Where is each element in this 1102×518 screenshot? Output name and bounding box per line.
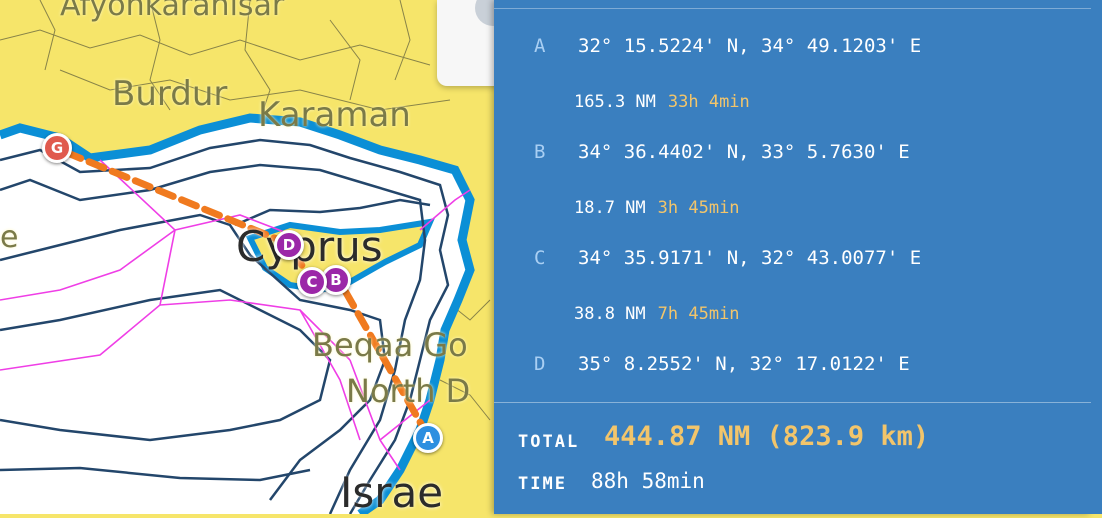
place-label-burdur: Burdur [112, 74, 228, 114]
total-time-value: 88h 58min [591, 469, 705, 493]
panel-top-divider [494, 8, 1091, 9]
summary-divider [494, 402, 1091, 403]
place-label-afyonkarahisar: Afyonkarahisar [60, 0, 285, 23]
waypoint-letter: A [534, 35, 546, 57]
waypoint-coords: 34° 36.4402' N, 33° 5.7630' E [578, 141, 910, 163]
route-marker-g[interactable]: G [42, 133, 72, 163]
waypoint-row-a[interactable]: A 32° 15.5224' N, 34° 49.1203' E [534, 35, 921, 57]
waypoint-row-c[interactable]: C 34° 35.9171' N, 32° 43.0077' E [534, 247, 921, 269]
waypoint-letter: B [534, 141, 546, 163]
waypoint-letter: C [534, 247, 546, 269]
leg-distance: 18.7 NM [574, 198, 646, 218]
waypoint-coords: 35° 8.2552' N, 32° 17.0122' E [578, 353, 910, 375]
total-label: TOTAL [518, 432, 580, 452]
place-label-israel: Israe [340, 468, 444, 517]
sea-area [0, 118, 470, 514]
waypoint-letter: D [534, 353, 546, 375]
route-marker-c[interactable]: C [297, 267, 327, 297]
place-label-karaman: Karaman [258, 95, 411, 135]
leg-time: 33h 4min [667, 92, 750, 112]
route-panel: A 32° 15.5224' N, 34° 49.1203' E 165.3 NM… [494, 0, 1099, 514]
place-label-edge: e [0, 220, 19, 255]
leg-time: 3h 45min [657, 198, 740, 218]
leg-row-c-d: 38.8 NM 7h 45min [574, 304, 740, 324]
route-marker-a[interactable]: A [413, 423, 443, 453]
waypoint-coords: 34° 35.9171' N, 32° 43.0077' E [578, 247, 922, 269]
place-label-cyprus: Cyprus [236, 222, 383, 271]
leg-row-b-c: 18.7 NM 3h 45min [574, 198, 740, 218]
leg-time: 7h 45min [657, 304, 740, 324]
time-label: TIME [518, 474, 567, 494]
panel-scroll-track [1091, 0, 1102, 514]
leg-row-a-b: 165.3 NM 33h 4min [574, 92, 750, 112]
leg-distance: 165.3 NM [574, 92, 656, 112]
place-label-beqaa: Beqaa Go [312, 326, 468, 364]
waypoint-row-b[interactable]: B 34° 36.4402' N, 33° 5.7630' E [534, 141, 910, 163]
total-distance-value: 444.87 NM (823.9 km) [604, 421, 930, 452]
waypoint-coords: 32° 15.5224' N, 34° 49.1203' E [578, 35, 922, 57]
waypoint-list[interactable]: A 32° 15.5224' N, 34° 49.1203' E 165.3 NM… [494, 20, 1091, 390]
leg-distance: 38.8 NM [574, 304, 646, 324]
route-marker-d[interactable]: D [274, 230, 304, 260]
place-label-north: North D [346, 372, 471, 410]
waypoint-row-d[interactable]: D 35° 8.2552' N, 32° 17.0122' E [534, 353, 910, 375]
